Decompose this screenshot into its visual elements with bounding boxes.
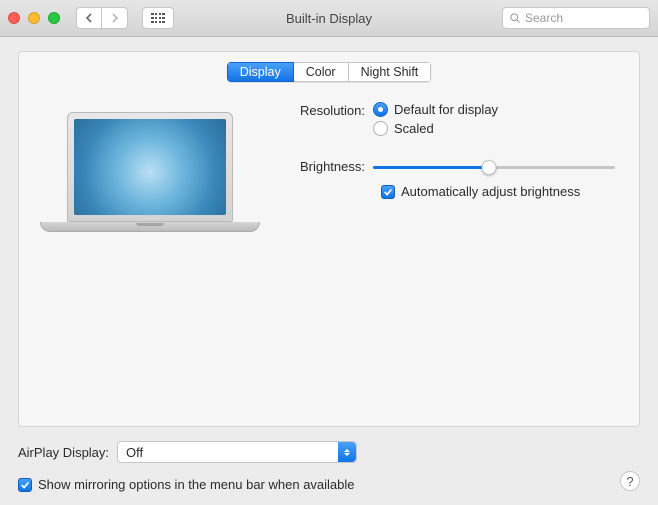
slider-knob-icon[interactable] — [482, 160, 497, 175]
tab-color[interactable]: Color — [294, 62, 349, 82]
resolution-scaled-label: Scaled — [394, 121, 434, 136]
mirroring-checkbox[interactable]: Show mirroring options in the menu bar w… — [18, 477, 355, 492]
search-placeholder: Search — [525, 11, 563, 25]
grid-icon — [151, 13, 165, 23]
mirroring-label: Show mirroring options in the menu bar w… — [38, 477, 355, 492]
display-thumbnail — [50, 112, 250, 232]
show-all-button[interactable] — [142, 7, 174, 29]
radio-unselected-icon — [373, 121, 388, 136]
auto-brightness-label: Automatically adjust brightness — [401, 184, 580, 199]
resolution-default-label: Default for display — [394, 102, 498, 117]
checkbox-checked-icon — [18, 478, 32, 492]
radio-selected-icon — [373, 102, 388, 117]
chevron-right-icon — [111, 13, 119, 23]
chevron-left-icon — [85, 13, 93, 23]
airplay-select[interactable]: Off — [117, 441, 357, 463]
auto-brightness-checkbox[interactable]: Automatically adjust brightness — [381, 184, 615, 199]
minimize-window-icon[interactable] — [28, 12, 40, 24]
tab-night-shift[interactable]: Night Shift — [349, 62, 432, 82]
close-window-icon[interactable] — [8, 12, 20, 24]
brightness-label: Brightness: — [285, 158, 373, 174]
resolution-label: Resolution: — [285, 102, 373, 118]
resolution-scaled-radio[interactable]: Scaled — [373, 121, 615, 136]
tab-display[interactable]: Display — [227, 62, 294, 82]
help-button[interactable]: ? — [620, 471, 640, 491]
window-traffic-lights[interactable] — [8, 12, 60, 24]
search-icon — [509, 12, 521, 24]
search-input[interactable]: Search — [502, 7, 650, 29]
select-arrows-icon — [338, 442, 356, 462]
help-icon: ? — [626, 474, 633, 489]
airplay-label: AirPlay Display: — [18, 445, 109, 460]
resolution-default-radio[interactable]: Default for display — [373, 102, 615, 117]
tab-group: Display Color Night Shift — [227, 62, 432, 82]
back-button[interactable] — [76, 7, 102, 29]
main-panel: Display Color Night Shift Resolution: — [18, 51, 640, 427]
checkbox-checked-icon — [381, 185, 395, 199]
brightness-slider[interactable] — [373, 158, 615, 176]
airplay-value: Off — [126, 445, 143, 460]
forward-button[interactable] — [102, 7, 128, 29]
zoom-window-icon[interactable] — [48, 12, 60, 24]
